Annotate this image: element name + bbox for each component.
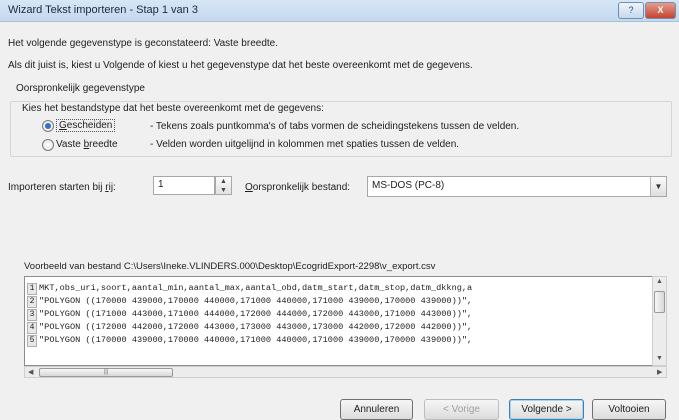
preview-label: Voorbeeld van bestand C:\Users\Ineke.VLI… [24, 261, 436, 272]
start-row-input[interactable]: 1 [153, 176, 215, 195]
preview-row: 2 "POLYGON ((170000 439000,170000 440000,… [27, 295, 472, 308]
radio-gescheiden-text: escheiden [66, 120, 113, 131]
scroll-up-icon[interactable]: ▲ [656, 278, 663, 285]
origin-select[interactable]: MS-DOS (PC-8) [367, 176, 667, 197]
group-prompt: Kies het bestandstype dat het beste over… [22, 103, 324, 114]
scroll-down-icon[interactable]: ▼ [656, 355, 663, 362]
finish-button[interactable]: Voltooien [592, 399, 666, 420]
radio-gescheiden[interactable] [42, 120, 54, 132]
radio-vaste-breedte-label[interactable]: Vaste breedte [56, 139, 118, 150]
cancel-button[interactable]: Annuleren [340, 399, 413, 420]
detected-type-text: Het volgende gegevenstype is geconstatee… [8, 38, 278, 49]
spin-down-icon[interactable]: ▼ [216, 186, 231, 195]
next-button[interactable]: Volgende > [509, 399, 584, 420]
origin-select-value: MS-DOS (PC-8) [372, 180, 445, 191]
preview-row: 4 "POLYGON ((172000 442000,172000 443000,… [27, 321, 472, 334]
start-row-label: Importeren starten bij rij: [8, 182, 116, 193]
origin-label: Oorspronkelijk bestand: [245, 182, 351, 193]
window-title: Wizard Tekst importeren - Stap 1 van 3 [8, 4, 198, 16]
radio-vaste-breedte[interactable] [42, 139, 54, 151]
vertical-scroll-thumb[interactable] [654, 291, 665, 313]
horizontal-scroll-thumb[interactable]: ||| [39, 368, 173, 377]
preview-row: 1 MKT,obs_uri,soort,aantal_min,aantal_max… [27, 282, 472, 295]
preview-row: 5 "POLYGON ((170000 439000,170000 440000,… [27, 334, 472, 347]
close-button[interactable]: X [645, 2, 676, 19]
preview-row: 3 "POLYGON ((171000 443000,171000 444000,… [27, 308, 472, 321]
title-bar: Wizard Tekst importeren - Stap 1 van 3 ?… [0, 0, 679, 22]
preview-vertical-scrollbar[interactable]: ▲ ▼ [652, 276, 667, 366]
back-button[interactable]: < Vorige [424, 399, 499, 420]
scroll-right-icon[interactable]: ▶ [657, 368, 662, 376]
instruction-text: Als dit juist is, kiest u Volgende of ki… [8, 60, 473, 71]
spin-up-icon[interactable]: ▲ [216, 177, 231, 186]
scroll-left-icon[interactable]: ◀ [28, 368, 33, 376]
preview-horizontal-scrollbar[interactable]: ◀ ||| ▶ [24, 366, 667, 378]
group-title: Oorspronkelijk gegevenstype [16, 83, 145, 94]
chevron-down-icon[interactable]: ▼ [650, 177, 666, 196]
radio-gescheiden-label[interactable]: Gescheiden [56, 119, 116, 132]
preview-area[interactable]: 1 MKT,obs_uri,soort,aantal_min,aantal_max… [24, 276, 655, 366]
radio-vaste-breedte-desc: - Velden worden uitgelijnd in kolommen m… [150, 139, 460, 150]
help-button[interactable]: ? [618, 2, 644, 19]
start-row-stepper[interactable]: ▲ ▼ [215, 176, 232, 195]
radio-gescheiden-desc: - Tekens zoals puntkomma's of tabs vorme… [150, 121, 520, 132]
